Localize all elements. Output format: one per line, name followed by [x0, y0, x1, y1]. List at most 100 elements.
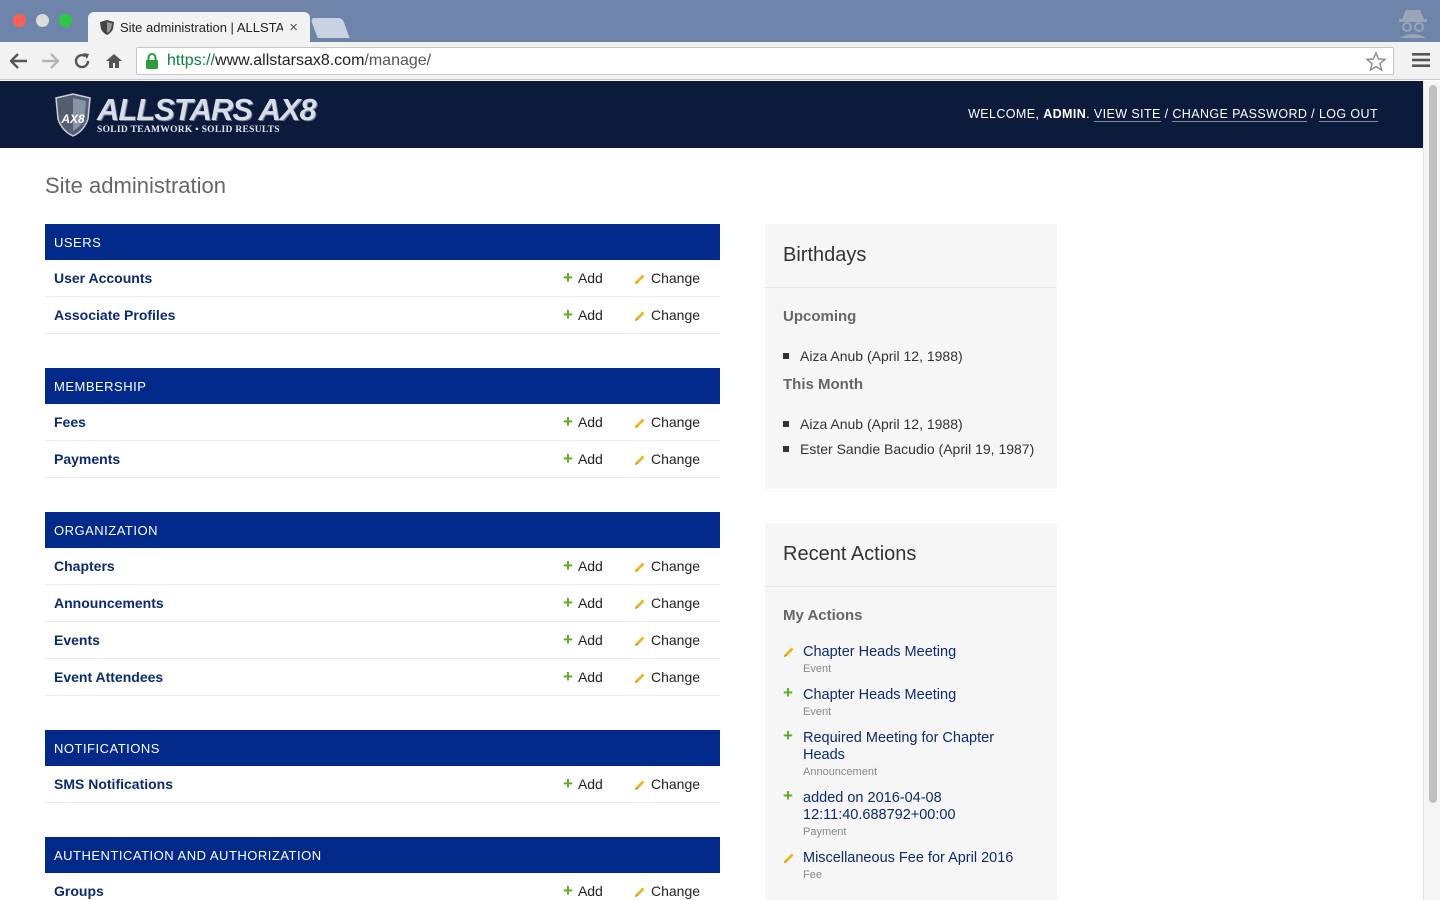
model-link[interactable]: Associate Profiles	[45, 307, 175, 323]
model-link[interactable]: Chapters	[45, 558, 115, 574]
add-button[interactable]: + Add	[563, 450, 603, 467]
change-label: Change	[651, 883, 701, 899]
add-button[interactable]: + Add	[563, 774, 603, 793]
change-label: Change	[651, 414, 701, 430]
change-label: Change	[651, 595, 701, 611]
upcoming-list: Aiza Anub (April 12, 1988)	[765, 343, 1057, 368]
plus-icon: +	[563, 630, 573, 649]
recent-action-link[interactable]: added on 2016-04-08 12:11:40.688792+00:0…	[803, 790, 1023, 824]
view-site-link[interactable]: VIEW SITE	[1093, 107, 1161, 122]
model-link[interactable]: Event Attendees	[45, 669, 163, 685]
model-link[interactable]: Groups	[45, 883, 104, 899]
page-title: Site administration	[45, 173, 226, 198]
change-button[interactable]: Change	[634, 414, 700, 430]
pencil-icon	[634, 560, 646, 572]
change-button[interactable]: Change	[634, 632, 700, 648]
change-password-link[interactable]: CHANGE PASSWORD	[1172, 107, 1308, 122]
module-membership: MEMBERSHIP Fees + Add Change Payments + Add Chan…	[45, 368, 720, 478]
new-tab-button[interactable]	[310, 18, 350, 38]
bookmark-star-icon[interactable]	[1365, 51, 1387, 73]
minimize-window-button[interactable]	[36, 14, 49, 27]
birthday-text: Aiza Anub (April 12, 1988)	[800, 347, 963, 364]
scrollbar-thumb[interactable]	[1429, 85, 1437, 803]
separator: /	[1307, 107, 1319, 121]
recent-action-type: Payment	[803, 826, 847, 838]
birthday-item: Ester Sandie Bacudio (April 19, 1987)	[783, 436, 1057, 461]
forward-icon[interactable]	[39, 50, 61, 72]
close-window-button[interactable]	[13, 14, 26, 27]
recent-action-item: + Required Meeting for Chapter Heads Annou…	[783, 726, 1057, 778]
change-label: Change	[651, 669, 701, 685]
change-button[interactable]: Change	[634, 307, 700, 323]
lock-icon	[146, 53, 158, 69]
change-button[interactable]: Change	[634, 451, 700, 467]
recent-action-link[interactable]: Chapter Heads Meeting	[803, 687, 1023, 704]
browser-toolbar: https://www.allstarsax8.com/manage/	[0, 42, 1440, 80]
add-label: Add	[577, 632, 603, 648]
module-caption[interactable]: ORGANIZATION	[45, 512, 720, 548]
model-link[interactable]: User Accounts	[45, 270, 152, 286]
pencil-icon	[783, 851, 795, 869]
model-row: SMS Notifications + Add Change	[45, 766, 720, 803]
menu-icon[interactable]	[1412, 52, 1430, 68]
add-button[interactable]: + Add	[563, 269, 603, 286]
site-logo[interactable]: AX8 ALLSTARS AX8 SOLID TEAMWORK • SOLID …	[55, 92, 317, 138]
pencil-icon	[634, 416, 646, 428]
add-label: Add	[577, 414, 603, 430]
tab-close-icon[interactable]: ×	[289, 19, 298, 36]
maximize-window-button[interactable]	[59, 14, 72, 27]
add-button[interactable]: + Add	[563, 557, 603, 574]
add-button[interactable]: + Add	[563, 882, 603, 899]
add-button[interactable]: + Add	[563, 630, 603, 649]
change-button[interactable]: Change	[634, 270, 700, 286]
recent-action-link[interactable]: Chapter Heads Meeting	[803, 644, 1023, 661]
plus-icon: +	[783, 683, 793, 702]
username: ADMIN	[1043, 107, 1087, 121]
module-caption[interactable]: USERS	[45, 224, 720, 260]
module-caption[interactable]: NOTIFICATIONS	[45, 730, 720, 766]
log-out-link[interactable]: LOG OUT	[1318, 107, 1378, 122]
birthday-text: Aiza Anub (April 12, 1988)	[800, 415, 963, 432]
my-actions-heading: My Actions	[783, 607, 863, 624]
model-link[interactable]: Announcements	[45, 595, 164, 611]
add-label: Add	[577, 595, 603, 611]
welcome-text: WELCOME,	[968, 107, 1044, 121]
change-button[interactable]: Change	[634, 883, 700, 899]
model-link[interactable]: SMS Notifications	[45, 776, 173, 792]
add-button[interactable]: + Add	[563, 413, 603, 430]
module-caption[interactable]: AUTHENTICATION AND AUTHORIZATION	[45, 837, 720, 873]
change-button[interactable]: Change	[634, 558, 700, 574]
add-button[interactable]: + Add	[563, 306, 603, 323]
plus-icon: +	[783, 786, 793, 805]
change-button[interactable]: Change	[634, 776, 700, 792]
home-icon[interactable]	[103, 50, 125, 72]
change-button[interactable]: Change	[634, 669, 700, 685]
reload-icon[interactable]	[71, 50, 93, 72]
recent-action-link[interactable]: Miscellaneous Fee for April 2016	[803, 850, 1023, 867]
recent-action-type: Fee	[803, 869, 822, 881]
birthdays-title: Birthdays	[765, 224, 1057, 288]
pencil-icon	[634, 597, 646, 609]
recent-action-link[interactable]: Required Meeting for Chapter Heads	[803, 730, 1023, 764]
module-authentication-and-authorization: AUTHENTICATION AND AUTHORIZATION Groups + A…	[45, 837, 720, 900]
model-row: Payments + Add Change	[45, 441, 720, 478]
svg-text:AX8: AX8	[60, 112, 85, 126]
model-link[interactable]: Fees	[45, 414, 86, 430]
address-bar[interactable]: https://www.allstarsax8.com/manage/	[136, 47, 1394, 75]
plus-icon: +	[563, 774, 573, 793]
back-icon[interactable]	[8, 50, 30, 72]
module-caption[interactable]: MEMBERSHIP	[45, 368, 720, 404]
plus-icon: +	[783, 726, 793, 745]
model-link[interactable]: Events	[45, 632, 100, 648]
change-button[interactable]: Change	[634, 595, 700, 611]
page-scrollbar[interactable]	[1423, 81, 1440, 900]
bullet-icon	[783, 445, 789, 452]
change-label: Change	[651, 632, 701, 648]
logo-wordmark: ALLSTARS AX8	[97, 92, 317, 127]
browser-tab[interactable]: Site administration | ALLSTARS AX8 ×	[88, 12, 310, 42]
change-label: Change	[651, 776, 701, 792]
add-button[interactable]: + Add	[563, 594, 603, 611]
add-button[interactable]: + Add	[563, 668, 603, 685]
birthdays-panel: Birthdays Upcoming Aiza Anub (April 12, …	[765, 224, 1057, 489]
model-link[interactable]: Payments	[45, 451, 120, 467]
